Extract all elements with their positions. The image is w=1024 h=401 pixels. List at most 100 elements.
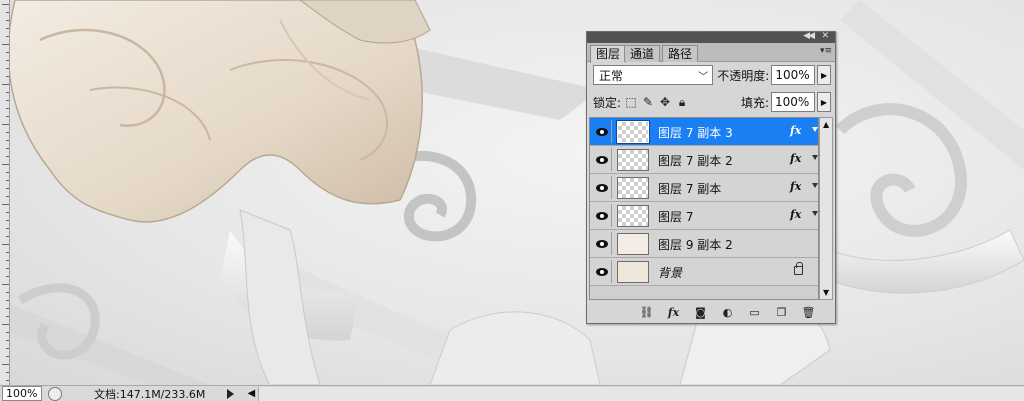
tab-paths[interactable]: 路径 <box>662 45 699 62</box>
effects-fx-icon[interactable]: fx <box>790 180 801 193</box>
ruler-tick <box>2 324 9 325</box>
ruler-tick <box>2 284 9 285</box>
effects-fx-icon[interactable]: fx <box>790 152 801 165</box>
effects-expand-icon[interactable] <box>812 127 818 132</box>
lock-image-pixels-icon[interactable]: ✎ <box>641 95 655 109</box>
panel-titlebar[interactable]: ◀◀ ✕ <box>587 31 835 43</box>
scroll-up-icon[interactable]: ▲ <box>823 120 829 129</box>
close-panel-icon[interactable]: ✕ <box>821 31 829 42</box>
layer-thumbnail <box>617 205 649 227</box>
effects-fx-icon[interactable]: fx <box>790 208 801 221</box>
adjustment-icon[interactable]: ◐ <box>719 304 736 321</box>
layer-name: 图层 7 <box>658 210 694 224</box>
visibility-eye-icon[interactable] <box>592 260 612 283</box>
ruler-tick <box>6 308 9 309</box>
layer-row[interactable]: 背景 <box>590 258 818 286</box>
ruler-tick <box>6 148 9 149</box>
status-expand-arrow-icon[interactable] <box>227 388 235 399</box>
opacity-label: 不透明度: <box>717 68 770 83</box>
effects-expand-icon[interactable] <box>812 211 818 216</box>
layer-row[interactable]: 图层 7 副本 fx <box>590 174 818 202</box>
ruler-tick <box>6 108 9 109</box>
effects-expand-icon[interactable] <box>812 155 818 160</box>
layer-name: 背景 <box>658 266 683 280</box>
layer-thumbnail <box>616 120 650 144</box>
visibility-eye-icon[interactable] <box>592 232 612 255</box>
mask-icon[interactable]: ◙ <box>692 304 709 321</box>
ruler-tick <box>6 172 9 173</box>
layer-row[interactable]: 图层 7 副本 2 fx <box>590 146 818 174</box>
lock-transparent-pixels-icon[interactable]: ⬚ <box>624 95 638 109</box>
ruler-tick <box>6 116 9 117</box>
ruler-tick <box>6 300 9 301</box>
ruler-tick <box>6 132 9 133</box>
layer-name: 图层 7 副本 <box>658 182 722 196</box>
scroll-left-icon[interactable]: ◀ <box>244 387 258 401</box>
ruler-tick <box>2 44 9 45</box>
layer-row[interactable]: 图层 9 副本 2 <box>590 230 818 258</box>
ruler-tick <box>6 100 9 101</box>
fill-label: 填充: <box>740 95 769 110</box>
status-bar: 100% 文档:147.1M/233.6M ◀ <box>0 385 1024 401</box>
canvas-artwork <box>0 0 1024 385</box>
ruler-tick <box>6 20 9 21</box>
horizontal-scrollbar[interactable] <box>258 386 1024 401</box>
layer-list-scrollbar[interactable]: ▲ ▼ <box>819 117 833 300</box>
zoom-input[interactable]: 100% <box>2 386 42 401</box>
document-canvas[interactable] <box>0 0 1024 385</box>
panel-menu-icon[interactable]: ▾≡ <box>820 47 832 56</box>
link-icon[interactable]: ⛓ <box>638 304 655 321</box>
tab-channels[interactable]: 通道 <box>624 45 661 62</box>
fill-input[interactable]: 100% <box>771 92 815 112</box>
opacity-slider-button[interactable]: ▶ <box>817 65 831 85</box>
visibility-eye-icon[interactable] <box>592 204 612 227</box>
ruler-tick <box>6 380 9 381</box>
blend-row: 正常 ﹀ 不透明度: 100% ▶ <box>593 64 831 86</box>
ruler-tick <box>2 84 9 85</box>
tab-layers[interactable]: 图层 <box>590 45 627 63</box>
opacity-input[interactable]: 100% <box>771 65 816 85</box>
status-menu-icon[interactable] <box>48 386 62 401</box>
group-icon[interactable]: ▭ <box>746 304 763 321</box>
visibility-eye-icon[interactable] <box>592 148 612 171</box>
ruler-tick <box>6 252 9 253</box>
visibility-eye-icon[interactable] <box>592 176 612 199</box>
effects-expand-icon[interactable] <box>812 183 818 188</box>
lock-position-icon[interactable]: ✥ <box>658 95 672 109</box>
trash-icon[interactable]: 🗑︎ <box>800 304 817 321</box>
ruler-tick <box>6 332 9 333</box>
ruler-tick <box>6 356 9 357</box>
layer-row[interactable]: 图层 7 fx <box>590 202 818 230</box>
ruler-tick <box>6 348 9 349</box>
fill-slider-button[interactable]: ▶ <box>817 92 831 112</box>
fx-icon[interactable]: fx <box>665 304 682 321</box>
ruler-tick <box>2 244 9 245</box>
ruler-tick <box>6 156 9 157</box>
ruler-tick <box>6 220 9 221</box>
chevron-down-icon: ﹀ <box>698 71 709 83</box>
layer-row[interactable]: 图层 7 副本 3 fx <box>590 118 818 146</box>
scroll-down-icon[interactable]: ▼ <box>823 288 829 297</box>
collapse-panel-icon[interactable]: ◀◀ <box>803 31 815 42</box>
ruler-tick <box>6 236 9 237</box>
layers-panel: ◀◀ ✕ 图层 通道 路径 ▾≡ 正常 ﹀ 不透明度: 100% ▶ 锁定: ⬚… <box>586 31 836 324</box>
ruler-tick <box>6 28 9 29</box>
layer-thumbnail <box>617 149 649 171</box>
lock-all-icon[interactable]: 🔒︎ <box>675 95 689 109</box>
visibility-eye-icon[interactable] <box>592 120 612 143</box>
ruler-tick <box>6 268 9 269</box>
layer-name: 图层 7 副本 3 <box>658 126 733 140</box>
effects-fx-icon[interactable]: fx <box>790 124 801 137</box>
new-layer-icon[interactable]: ❐ <box>773 304 790 321</box>
layer-list: 图层 7 副本 3 fx 图层 7 副本 2 fx 图层 7 副本 fx 图层 … <box>589 117 819 300</box>
vertical-ruler <box>0 0 10 385</box>
ruler-tick <box>6 276 9 277</box>
ruler-tick <box>6 316 9 317</box>
ruler-tick <box>2 4 9 5</box>
layer-thumbnail <box>617 177 649 199</box>
ruler-tick <box>6 52 9 53</box>
blend-mode-value: 正常 <box>599 68 624 83</box>
lock-label: 锁定: <box>593 95 622 110</box>
ruler-tick <box>6 228 9 229</box>
blend-mode-select[interactable]: 正常 ﹀ <box>593 65 714 85</box>
